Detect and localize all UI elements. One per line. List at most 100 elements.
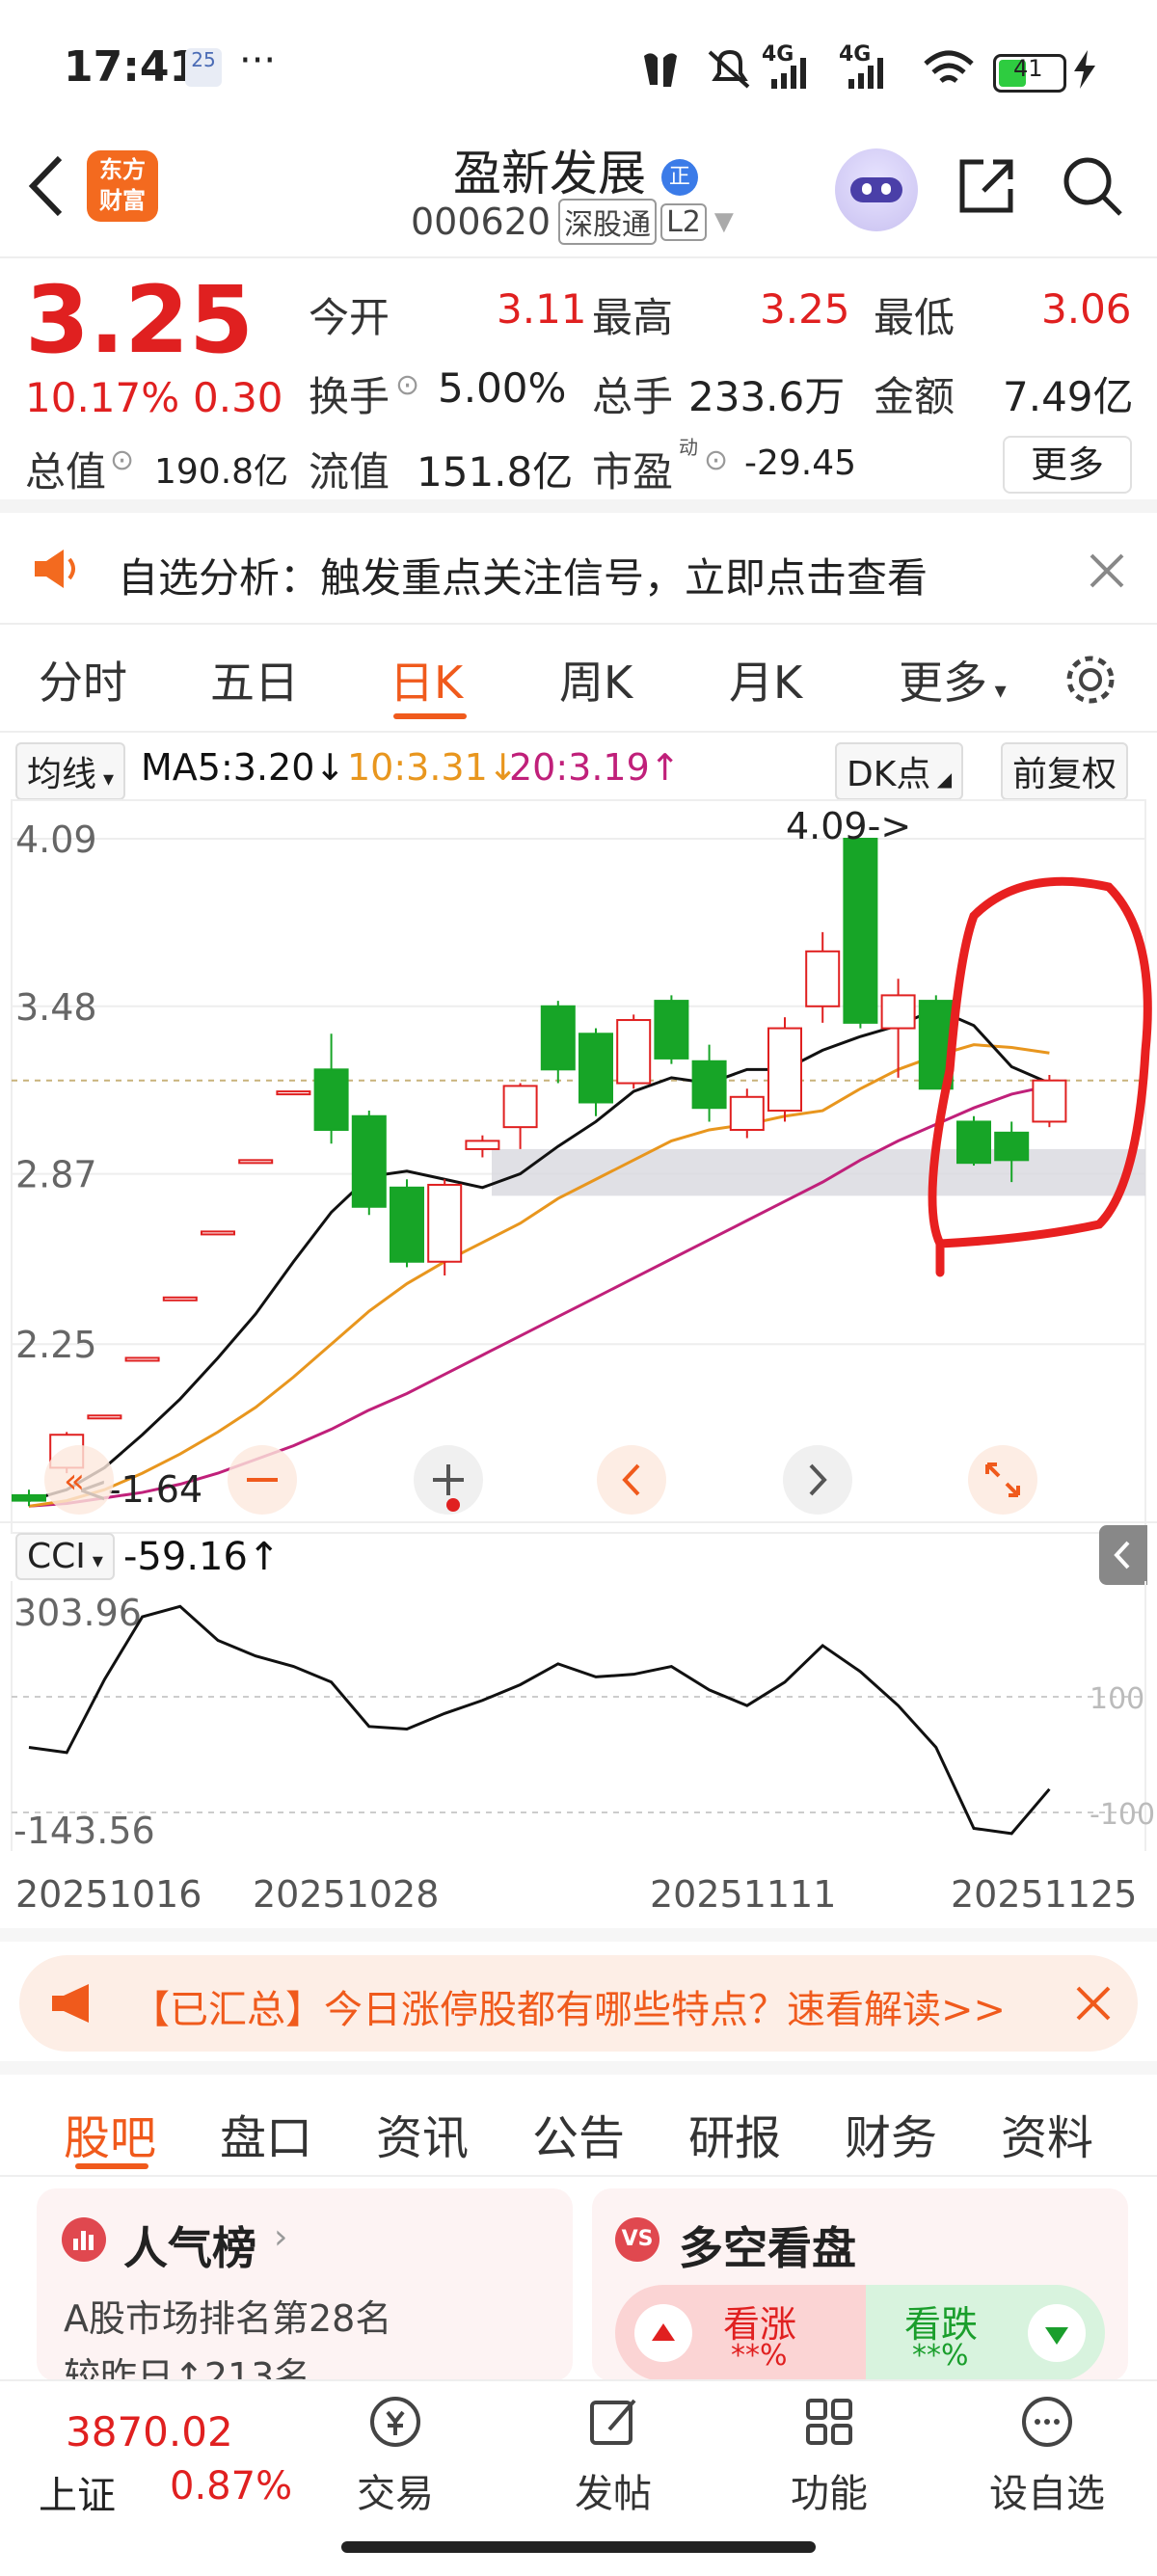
candle [201,1230,235,1236]
divider [0,256,1157,258]
settings-gear-icon[interactable] [1061,650,1120,710]
turnover-value: 5.00% [438,364,567,412]
moving-average-lines [28,1007,1050,1508]
cci-line [28,1604,1051,1836]
candle [502,1083,538,1149]
ma5-line [28,1007,1050,1503]
info-icon-2[interactable]: ⊙ [110,443,134,477]
spacer [0,2061,1157,2075]
tab-more[interactable]: 更多 ▾ [899,648,1007,711]
index-change[interactable]: 0.87% [170,2464,292,2509]
bull-bear-card[interactable]: VS 多空看盘 看涨 **% 看跌 **% [592,2188,1128,2381]
candle [1032,1075,1067,1128]
down-arrow-icon [1028,2304,1086,2362]
back-icon[interactable] [23,152,71,220]
step-right-button[interactable] [783,1445,852,1515]
nav-add-watchlist[interactable]: 设自选 [980,2391,1115,2518]
tab-profile[interactable]: 资料 [1001,2100,1093,2167]
clock: 17:41 [64,42,200,92]
signal-icon [771,58,806,89]
vote-bull-button[interactable]: 看涨 **% [615,2285,866,2381]
fullscreen-button[interactable] [968,1445,1037,1515]
info-icon[interactable]: ⊙ [395,368,419,402]
yen-exchange-icon [370,2397,420,2447]
calendar-icon: 25 [185,48,222,87]
index-name[interactable]: 上证 [39,2464,116,2520]
tab-order-book[interactable]: 盘口 [220,2100,312,2167]
hand-drawn-circle [928,876,1152,1277]
nav-trade[interactable]: 交易 [328,2391,463,2518]
banner-text: 【已汇总】今日涨停股都有哪些特点？速看解读>> [131,1988,1007,2032]
kline-chart[interactable]: 4.093.482.872.25 4.09-> <-1.64 « [0,791,1157,1543]
tab-weekly-k[interactable]: 周K [559,648,632,711]
candle [729,1088,765,1139]
cci-top-label: 303.96 [13,1592,142,1634]
charging-icon [1074,50,1095,89]
battery-icon: 41 [993,54,1066,93]
tab-daily-k[interactable]: 日K [390,648,463,711]
mktcap-value: 190.8亿 [154,452,289,492]
vote-bear-button[interactable]: 看跌 **% [866,2285,1105,2381]
candle [805,931,841,1023]
tab-research[interactable]: 研报 [688,2100,781,2167]
candle [87,1414,122,1420]
nav-functions[interactable]: 功能 [762,2391,897,2518]
close-icon[interactable] [1088,551,1126,590]
change-value: 0.30 [193,374,283,421]
amount-value: 7.49亿 [1003,373,1134,420]
ma10-label: 10:3.31↓ [347,746,519,789]
cci-100-label: 100 [1090,1682,1144,1716]
chevron-right-icon: › [274,2217,288,2257]
tab-financials[interactable]: 财务 [845,2100,937,2167]
cci-bottom-label: -143.56 [13,1810,155,1852]
home-indicator [341,2541,816,2553]
mute-bell-icon [708,49,750,89]
bull-pct: **% [731,2339,788,2373]
eastmoney-logo[interactable]: 东方 财富 [87,150,158,222]
amount-label: 金额 [874,373,955,420]
tab-intraday[interactable]: 分时 [39,648,127,711]
cci-selector[interactable]: CCI ▾ [15,1533,115,1580]
active-tab-indicator [393,713,467,719]
more-notifications-icon: ··· [239,39,277,83]
tab-monthly-k[interactable]: 月K [729,648,802,711]
signal-icon-2 [848,58,883,89]
search-icon[interactable] [1061,154,1124,218]
wifi-icon [924,50,974,83]
share-icon[interactable] [955,154,1018,218]
volume-label: 总手 [592,373,674,420]
date-label-3: 20251111 [650,1873,837,1916]
popularity-card[interactable]: 人气榜 › A股市场排名第28名 较昨日↑213名 [37,2188,573,2381]
more-button[interactable]: 更多 [1003,436,1132,494]
rank-text: A股市场排名第28名 [64,2297,392,2340]
cci-chart[interactable]: 303.96 -143.56 100 -100 [0,1581,1157,1870]
earbuds-icon [644,53,677,87]
tab-forum[interactable]: 股吧 [64,2100,156,2167]
promo-banner[interactable]: 【已汇总】今日涨停股都有哪些特点？速看解读>> [19,1955,1138,2052]
notice-bar[interactable]: 自选分析：触发重点关注信号，立即点击查看 [0,513,1157,623]
candle [238,1159,274,1165]
up-arrow-icon [634,2304,692,2362]
bear-pct: **% [912,2339,969,2373]
divider [0,623,1157,625]
low-value: 3.06 [1041,285,1132,333]
current-price: 3.25 [25,266,254,374]
ma10-line [28,1043,1050,1508]
tab-news[interactable]: 资讯 [376,2100,469,2167]
candle [276,1090,311,1096]
collapse-panel-button[interactable] [1099,1525,1147,1585]
candle [880,979,916,1078]
tab-announcements[interactable]: 公告 [532,2100,625,2167]
float-value: 151.8亿 [417,448,574,496]
tab-five-day[interactable]: 五日 [210,648,299,711]
nav-post[interactable]: 发帖 [546,2391,681,2518]
close-icon[interactable] [1074,1984,1113,2023]
mktcap-label: 总值 [25,448,107,496]
dropdown-icon: ▼ [713,207,734,236]
candle [540,1001,576,1084]
ai-assistant-icon[interactable] [835,148,918,231]
info-icon-3[interactable]: ⊙ [704,443,728,477]
step-left-button[interactable] [597,1445,666,1515]
candle [843,838,878,1029]
index-value[interactable]: 3870.02 [66,2408,233,2455]
